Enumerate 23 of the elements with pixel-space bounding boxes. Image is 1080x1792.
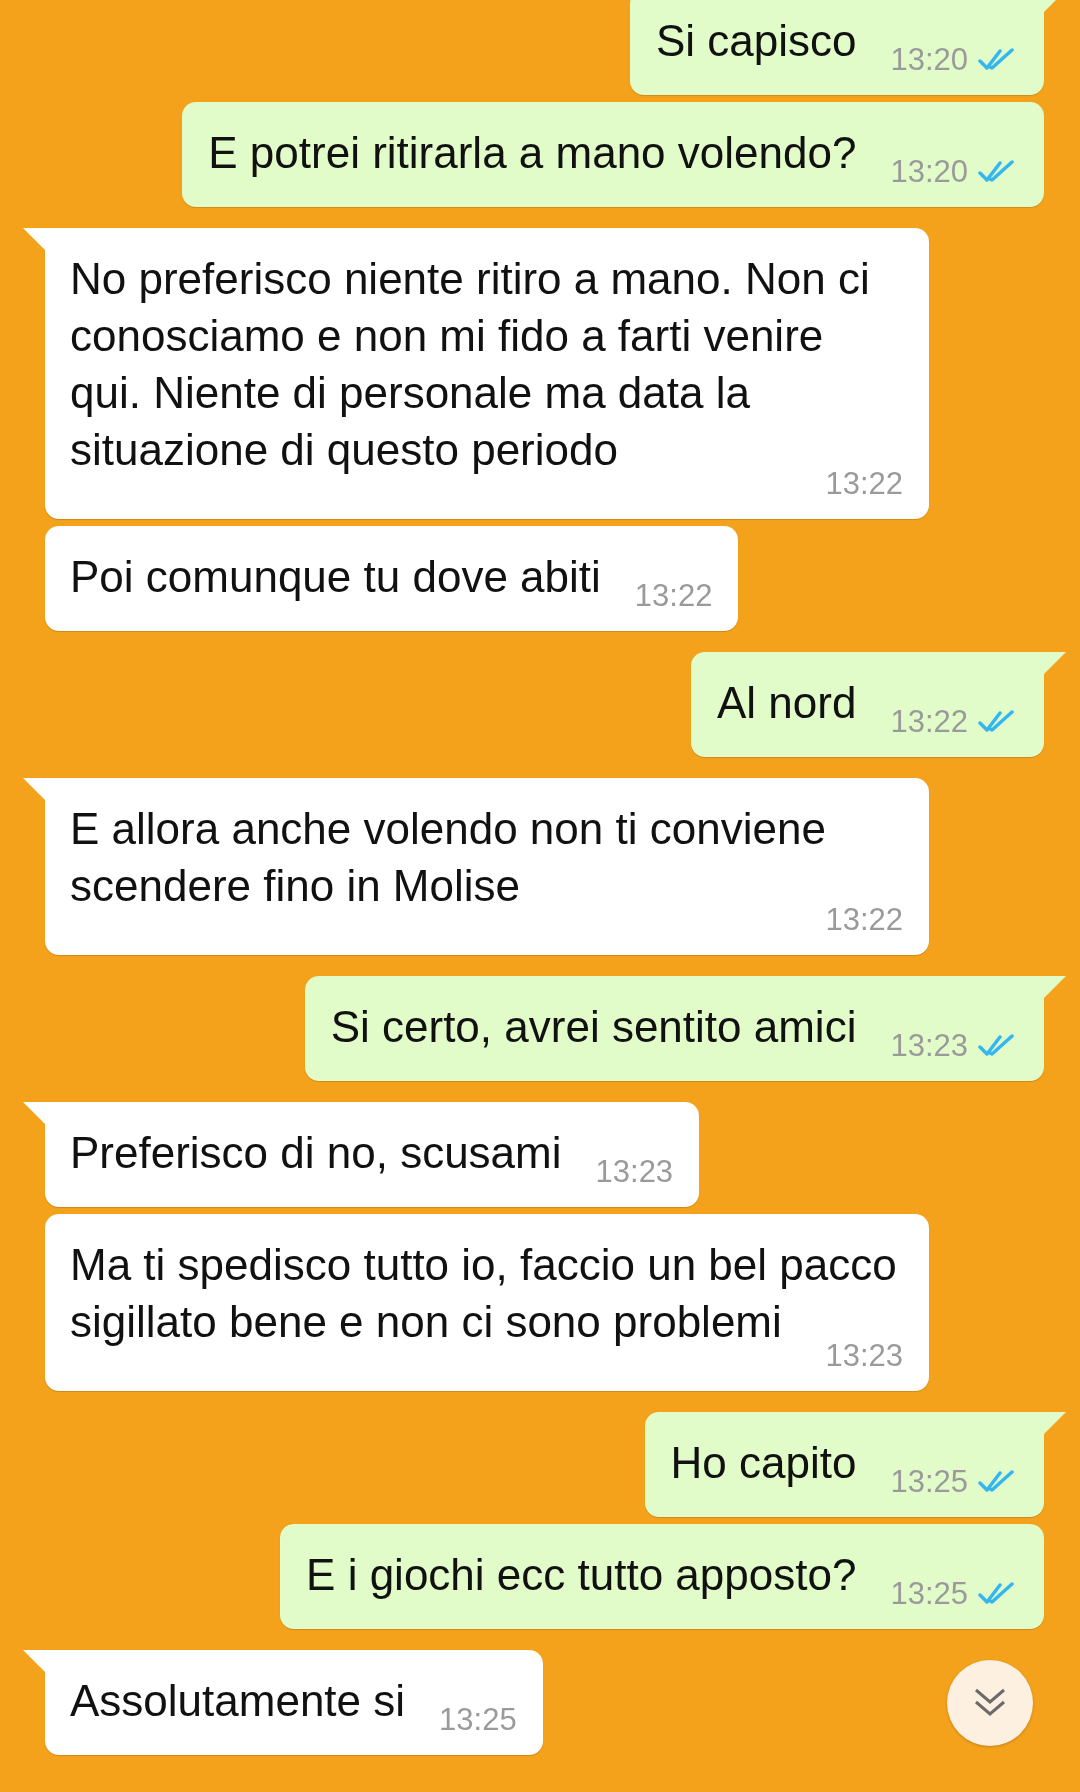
timestamp: 13:23 [825, 1337, 903, 1375]
message-text: E i giochi ecc tutto apposto? [306, 1549, 857, 1601]
message-text: Si certo, avrei sentito amici [330, 1001, 857, 1053]
message-text: Preferisco di no, scusami [70, 1127, 562, 1179]
timestamp: 13:20 [890, 153, 968, 191]
timestamp: 13:25 [890, 1575, 968, 1613]
double-chevron-down-icon [972, 1687, 1008, 1719]
timestamp: 13:23 [595, 1153, 674, 1191]
message-text: Si capisco [655, 15, 857, 67]
timestamp: 13:25 [439, 1701, 517, 1739]
message-text: Assolutamente si [70, 1675, 406, 1727]
message-text: E allora anche volendo non ti conviene scendere fino in Molise [70, 803, 827, 912]
timestamp: 13:25 [890, 1463, 968, 1501]
timestamp: 13:23 [890, 1027, 968, 1065]
timestamp: 13:22 [634, 577, 713, 615]
timestamp: 13:22 [825, 465, 903, 503]
message-text: Ho capito [670, 1437, 857, 1489]
message-text: Al nord [717, 677, 857, 729]
timestamp: 13:22 [890, 703, 968, 741]
timestamp: 13:22 [825, 901, 903, 939]
message-text: E potrei ritirarla a mano volendo? [208, 127, 857, 179]
message-text: Poi comunque tu dove abiti [70, 551, 601, 603]
timestamp: 13:20 [890, 41, 968, 79]
